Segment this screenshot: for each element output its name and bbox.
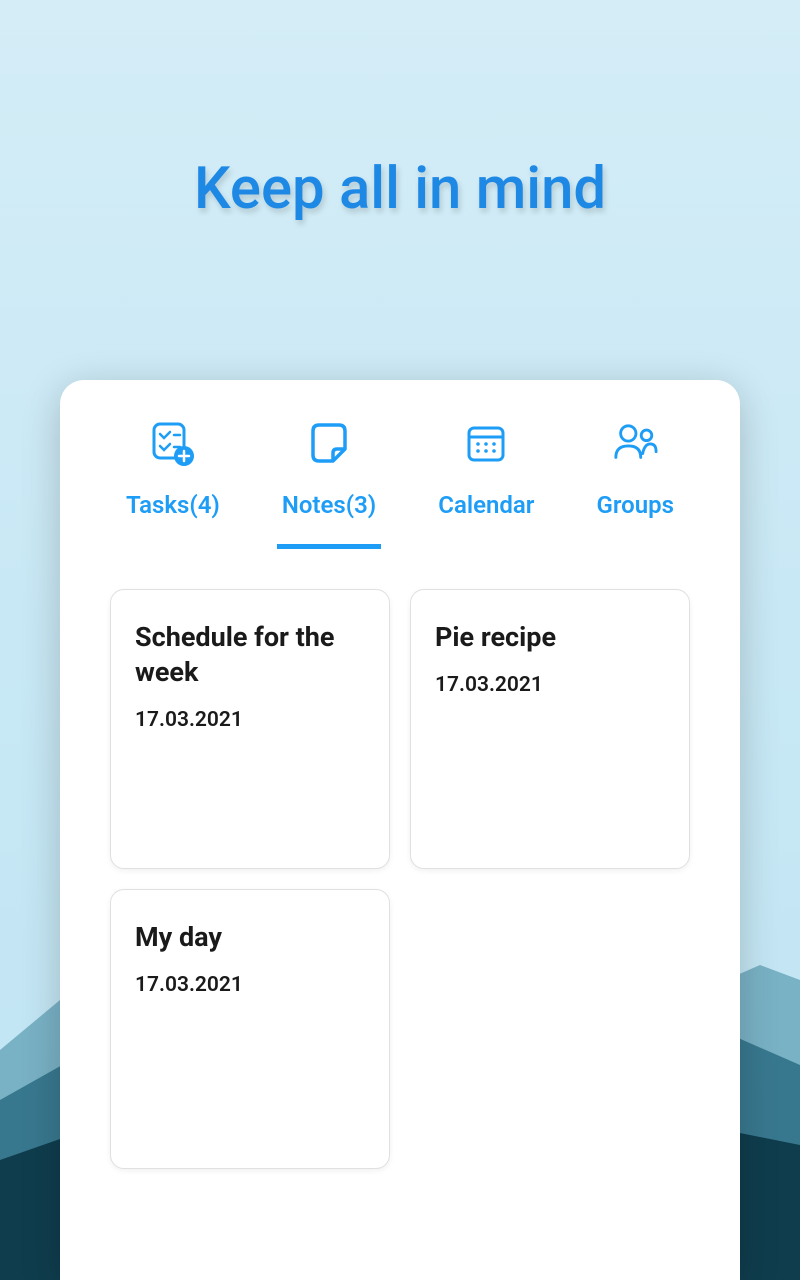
tab-notes[interactable]: Notes(3) xyxy=(282,420,376,539)
app-panel: Tasks(4) Notes(3) xyxy=(60,380,740,1280)
tab-label: Notes(3) xyxy=(282,491,376,519)
tabs-container: Tasks(4) Notes(3) xyxy=(95,420,705,539)
note-title: Schedule for the week xyxy=(135,620,365,690)
page-headline: Keep all in mind xyxy=(0,155,800,223)
note-title: Pie recipe xyxy=(435,620,665,655)
note-title: My day xyxy=(135,920,365,955)
tasks-icon xyxy=(150,420,196,466)
tab-calendar[interactable]: Calendar xyxy=(438,420,534,539)
tab-label: Tasks(4) xyxy=(126,491,220,519)
note-date: 17.03.2021 xyxy=(135,973,365,997)
note-card[interactable]: Schedule for the week 17.03.2021 xyxy=(110,589,390,869)
note-date: 17.03.2021 xyxy=(435,673,665,697)
note-card[interactable]: Pie recipe 17.03.2021 xyxy=(410,589,690,869)
note-date: 17.03.2021 xyxy=(135,708,365,732)
tab-tasks[interactable]: Tasks(4) xyxy=(126,420,220,539)
note-card[interactable]: My day 17.03.2021 xyxy=(110,889,390,1169)
tab-groups[interactable]: Groups xyxy=(596,420,673,539)
notes-grid: Schedule for the week 17.03.2021 Pie rec… xyxy=(95,589,705,1169)
groups-icon xyxy=(612,420,658,466)
calendar-icon xyxy=(463,420,509,466)
tab-label: Groups xyxy=(596,491,673,519)
tab-label: Calendar xyxy=(438,491,534,519)
notes-icon xyxy=(306,420,352,466)
